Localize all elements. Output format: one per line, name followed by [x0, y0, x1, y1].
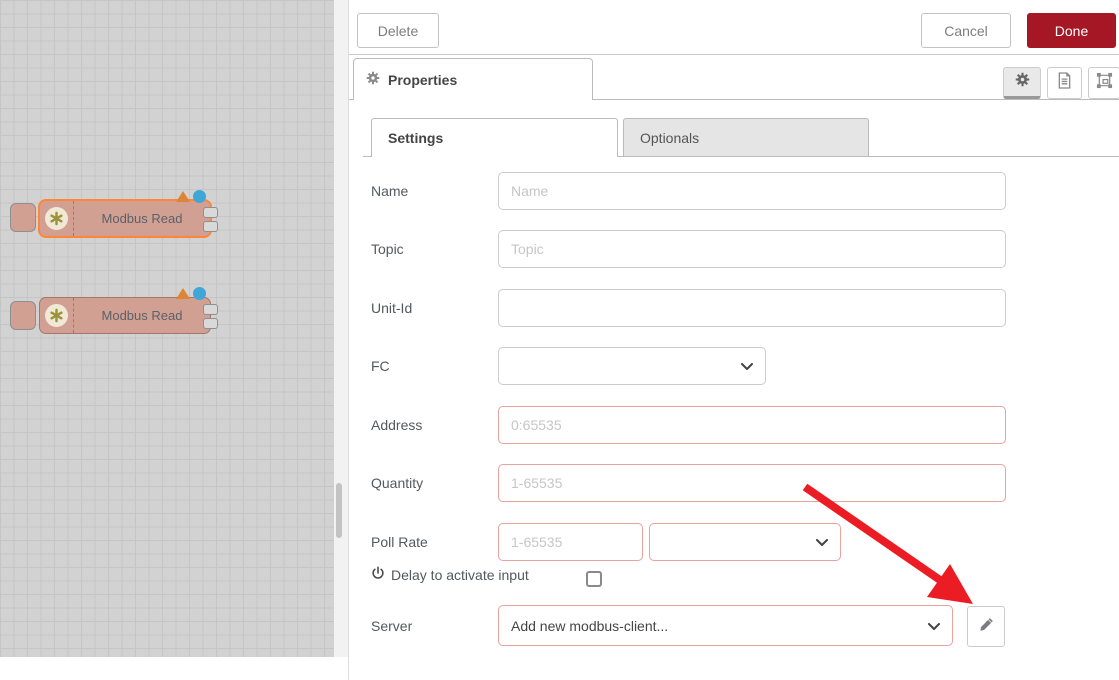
poll-rate-input[interactable] — [498, 523, 643, 561]
tab-properties[interactable]: Properties — [353, 58, 593, 100]
tab-settings-label: Settings — [388, 130, 443, 146]
node-output-port-1[interactable] — [203, 304, 218, 315]
node-warning-icon — [176, 288, 190, 299]
topic-input[interactable] — [498, 230, 1006, 268]
chevron-down-icon — [928, 618, 940, 634]
unit-id-label: Unit-Id — [371, 300, 412, 316]
chevron-down-icon — [741, 358, 753, 374]
gear-icon — [1015, 72, 1030, 92]
gear-icon — [366, 71, 380, 88]
node-settings-button[interactable] — [1003, 67, 1041, 99]
name-label: Name — [371, 183, 408, 199]
properties-title: Properties — [388, 72, 457, 88]
canvas-scrollbar[interactable] — [334, 0, 348, 657]
node-changed-icon — [193, 287, 206, 300]
scrollbar-thumb[interactable] — [336, 483, 342, 538]
node-output-port-1[interactable] — [203, 207, 218, 218]
node-appearance-button[interactable] — [1088, 67, 1119, 99]
edit-server-button[interactable] — [967, 606, 1005, 647]
name-input[interactable] — [498, 172, 1006, 210]
quantity-input[interactable] — [498, 464, 1006, 502]
address-label: Address — [371, 417, 422, 433]
poll-rate-unit-select[interactable] — [649, 523, 841, 561]
topic-label: Topic — [371, 241, 404, 257]
node-output-port-2[interactable] — [203, 221, 218, 232]
node-input-port[interactable] — [10, 203, 36, 232]
quantity-label: Quantity — [371, 475, 423, 491]
delete-button[interactable]: Delete — [357, 13, 439, 48]
modbus-asterisk-icon — [45, 304, 68, 327]
appearance-icon — [1096, 72, 1113, 94]
cancel-button[interactable]: Cancel — [921, 13, 1011, 48]
edit-dialog: Delete Cancel Done Properties — [348, 0, 1119, 680]
node-description-button[interactable] — [1047, 67, 1082, 99]
divider — [349, 54, 1119, 55]
server-select[interactable]: Add new modbus-client... — [498, 605, 953, 646]
tab-settings[interactable]: Settings — [371, 118, 618, 157]
chevron-down-icon — [816, 534, 828, 550]
node-icon-section — [40, 201, 74, 236]
fc-select[interactable] — [498, 347, 766, 385]
power-icon — [371, 566, 385, 583]
node-changed-icon — [193, 190, 206, 203]
address-input[interactable] — [498, 406, 1006, 444]
document-icon — [1057, 72, 1072, 94]
node-input-port[interactable] — [10, 301, 36, 330]
node-output-port-2[interactable] — [203, 318, 218, 329]
node-icon-section — [40, 298, 74, 333]
tab-optionals-label: Optionals — [640, 130, 699, 146]
flow-canvas[interactable]: Modbus Read Modbus Read — [0, 0, 334, 657]
server-select-value: Add new modbus-client... — [511, 618, 668, 634]
fc-label: FC — [371, 358, 390, 374]
modbus-asterisk-icon — [45, 207, 68, 230]
delay-checkbox[interactable] — [586, 571, 602, 587]
node-red-editor: Modbus Read Modbus Read — [0, 0, 1119, 680]
pencil-icon — [979, 617, 994, 637]
node-label: Modbus Read — [74, 201, 210, 236]
tab-optionals[interactable]: Optionals — [623, 118, 869, 157]
node-warning-icon — [176, 191, 190, 202]
server-label: Server — [371, 618, 412, 634]
done-button[interactable]: Done — [1027, 13, 1116, 48]
poll-rate-label: Poll Rate — [371, 534, 428, 550]
node-label: Modbus Read — [74, 298, 210, 333]
unit-id-input[interactable] — [498, 289, 1006, 327]
delay-label: Delay to activate input — [391, 567, 529, 583]
